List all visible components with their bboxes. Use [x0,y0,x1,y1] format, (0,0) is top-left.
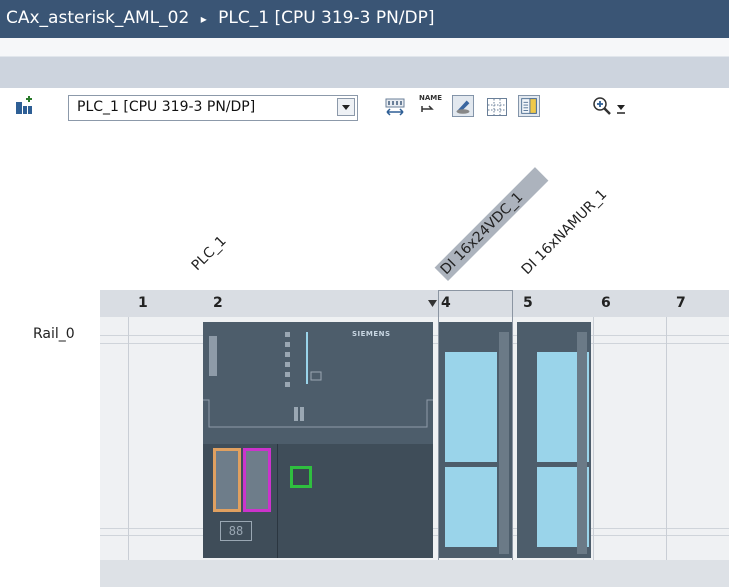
slot-header-bar [100,290,729,317]
slot-number-2: 2 [213,295,223,311]
cpu-display: 88 [220,521,252,541]
terminal-strip [499,332,509,554]
slot-divider [128,317,129,560]
terminal-strip [577,332,587,554]
insert-marker-icon [428,300,437,307]
zoom-in-icon[interactable] [592,96,614,118]
rail-label: Rail_0 [33,326,75,342]
title-bar: CAx_asterisk_AML_02 ▸ PLC_1 [CPU 319-3 P… [0,0,729,38]
grid-icon[interactable] [486,96,508,118]
profibus-port-1[interactable] [213,448,241,512]
slot-number-4: 4 [441,295,451,311]
slot-number-7: 7 [676,295,686,311]
slot-divider [593,317,594,560]
module-width-icon[interactable] [384,96,406,118]
network-view-icon[interactable] [14,96,36,118]
di-module-2[interactable] [517,322,591,558]
slot-number-5: 5 [523,295,533,311]
dropdown-arrow-icon[interactable] [337,98,355,116]
channel-strip [445,352,497,462]
module-list-icon[interactable] [518,95,540,117]
show-names-icon[interactable]: NAME [418,94,442,116]
di-module-1[interactable] [439,322,513,558]
breadcrumb-device[interactable]: PLC_1 [CPU 319-3 PN/DP] [218,8,434,28]
slot-number-6: 6 [601,295,611,311]
toggle-pen-icon[interactable] [452,95,474,117]
ethernet-port[interactable] [290,466,312,488]
breadcrumb-separator-icon: ▸ [200,12,207,26]
device-selector[interactable]: PLC_1 [CPU 319-3 PN/DP] [68,95,358,121]
channel-strip [445,467,497,547]
profibus-port-2[interactable] [243,448,271,512]
rack-bottom-bar [100,560,729,587]
device-selector-value: PLC_1 [CPU 319-3 PN/DP] [77,99,256,115]
zoom-dropdown-icon[interactable] [614,100,628,116]
slot-number-1: 1 [138,295,148,311]
breadcrumb-project[interactable]: CAx_asterisk_AML_02 [6,8,189,28]
view-tabs-bar [0,38,729,88]
breadcrumb: CAx_asterisk_AML_02 ▸ PLC_1 [CPU 319-3 P… [6,8,435,28]
slot-divider [666,317,667,560]
